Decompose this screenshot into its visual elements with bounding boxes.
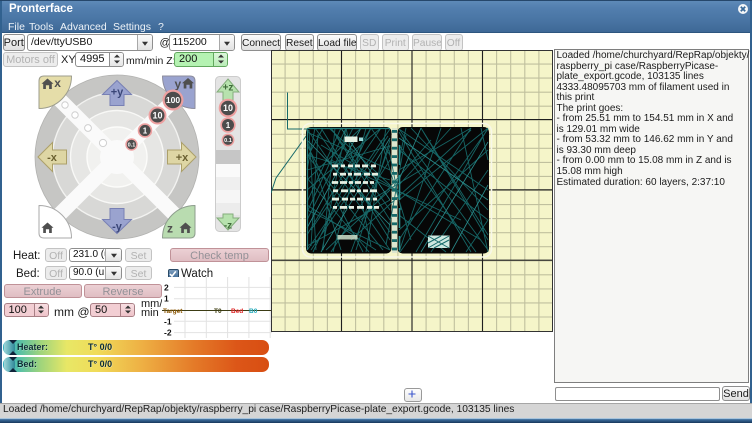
svg-text:Target: Target [163, 308, 183, 315]
svg-text:z: z [167, 222, 173, 236]
svg-text:0.1: 0.1 [224, 138, 232, 144]
svg-text:10: 10 [152, 111, 162, 121]
svg-text:1: 1 [143, 126, 148, 135]
svg-text:0.1: 0.1 [128, 142, 136, 148]
svg-text:-z: -z [224, 221, 232, 232]
svg-text:Bed: Bed [231, 308, 243, 315]
svg-text:-x: -x [47, 152, 58, 164]
svg-text:+x: +x [176, 152, 189, 164]
svg-text:T0: T0 [214, 308, 222, 315]
svg-text:x: x [54, 76, 61, 90]
svg-text:100: 100 [166, 95, 180, 105]
svg-text:+z: +z [223, 83, 234, 94]
svg-text:1: 1 [226, 121, 231, 130]
svg-text:10: 10 [223, 103, 233, 113]
svg-text:+y: +y [111, 87, 124, 99]
svg-text:B0: B0 [249, 308, 258, 315]
svg-text:2: 2 [164, 282, 169, 292]
svg-text:y: y [175, 77, 182, 91]
svg-text:1: 1 [164, 294, 169, 304]
svg-text:-2: -2 [164, 328, 172, 338]
svg-text:-y: -y [112, 221, 123, 233]
svg-text:-1: -1 [164, 316, 172, 326]
